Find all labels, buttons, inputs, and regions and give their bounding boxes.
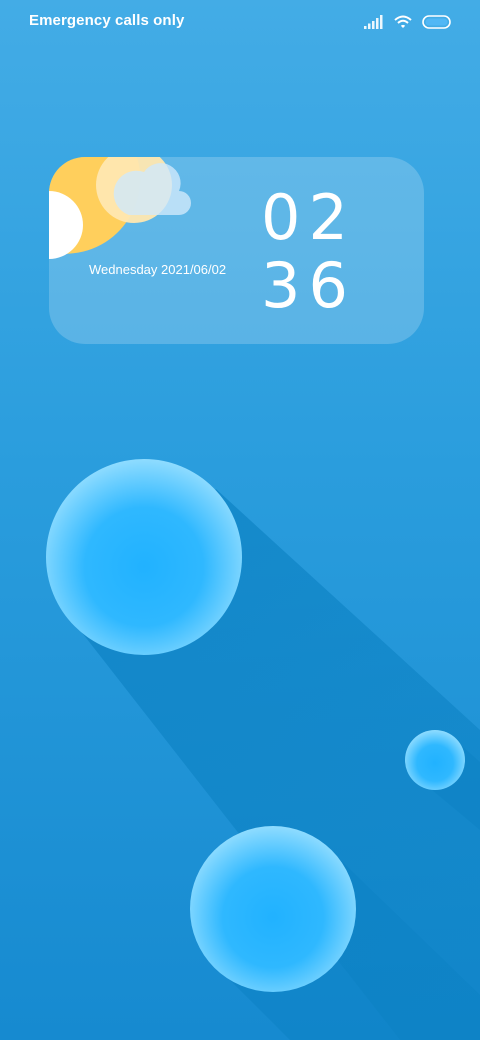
clock-minutes: 36 xyxy=(261,249,356,322)
clock-hours: 02 xyxy=(261,181,356,254)
partly-cloudy-icon xyxy=(49,157,191,259)
signal-icon xyxy=(364,15,383,29)
wallpaper xyxy=(46,459,480,1040)
battery-icon xyxy=(422,15,451,29)
date-label: Wednesday 2021/06/02 xyxy=(89,262,227,277)
bubble-small xyxy=(405,730,465,790)
clock-weather-widget[interactable]: Wednesday 2021/06/02 02 36 xyxy=(49,157,424,344)
bubble-bottom xyxy=(190,826,356,992)
carrier-text: Emergency calls only xyxy=(29,12,185,29)
status-icons xyxy=(364,14,452,30)
wifi-icon xyxy=(394,15,412,28)
bubble-large xyxy=(46,459,242,655)
status-bar: Emergency calls only xyxy=(0,0,480,44)
